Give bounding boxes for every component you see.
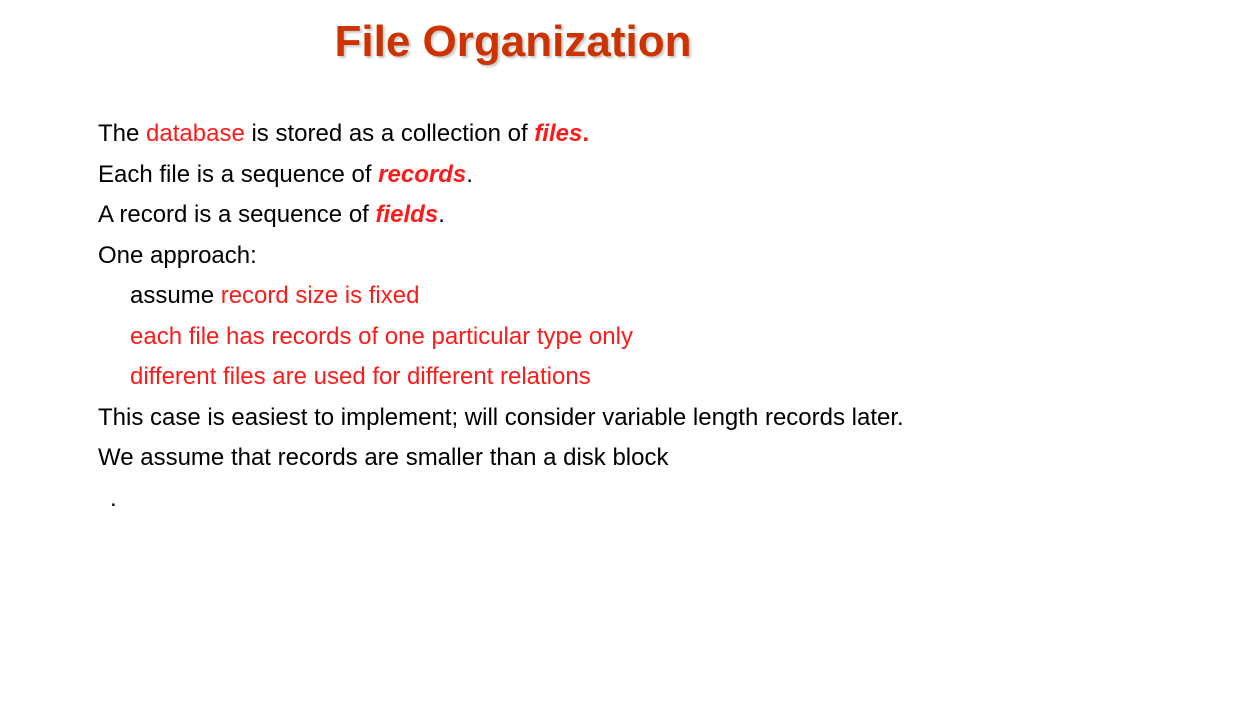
emphasis-fields: fields bbox=[375, 201, 439, 228]
bullet-line-database: The database is stored as a collection o… bbox=[98, 114, 904, 155]
text-segment: assume bbox=[130, 282, 221, 309]
emphasis-records: records bbox=[378, 160, 467, 188]
text-segment: Each file is a sequence of bbox=[98, 160, 379, 188]
slide-title: File Organization bbox=[334, 17, 692, 66]
bullet-line-disk-block: We assume that records are smaller than … bbox=[98, 444, 669, 471]
highlight-database: database bbox=[146, 120, 245, 147]
emphasis-files: files bbox=[534, 120, 583, 147]
punctuation: . bbox=[438, 201, 445, 228]
bullet-line-fields: A record is a sequence of fields. bbox=[98, 195, 904, 236]
punctuation: . bbox=[582, 120, 589, 147]
sub-bullet-one-type: each file has records of one particular … bbox=[130, 322, 633, 350]
bullet-line-records: Each file is a sequence of records. bbox=[98, 155, 904, 196]
bullet-line-approach: One approach: bbox=[98, 241, 257, 269]
sub-bullet-record-size: assume record size is fixed bbox=[98, 276, 904, 317]
bullet-line-easiest-case: This case is easiest to implement; will … bbox=[98, 403, 904, 431]
stray-period: . bbox=[110, 484, 117, 512]
text-segment: A record is a sequence of bbox=[98, 201, 376, 228]
highlight-record-size: record size is fixed bbox=[220, 282, 420, 309]
sub-bullet-different-files: different files are used for different r… bbox=[130, 363, 591, 390]
punctuation: . bbox=[466, 160, 473, 188]
text-segment: The bbox=[98, 120, 147, 147]
slide-body: The database is stored as a collection o… bbox=[98, 114, 904, 519]
text-segment: is stored as a collection of bbox=[244, 120, 535, 147]
